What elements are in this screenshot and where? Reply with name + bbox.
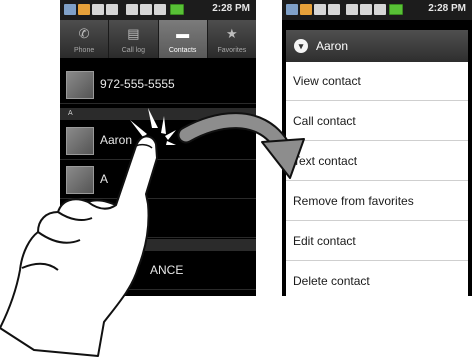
star-icon: ★ — [226, 26, 238, 41]
tab-call-log[interactable]: ▤ Call log — [109, 20, 159, 58]
contacts-icon: ▬ — [176, 26, 190, 41]
contacts-screen: 2:28 PM ✆ Phone ▤ Call log ▬ Contacts ★ … — [60, 0, 256, 296]
list-item[interactable]: A — [60, 161, 256, 199]
avatar — [66, 127, 94, 155]
data-icon — [360, 4, 372, 15]
signal-icon — [154, 4, 166, 15]
contact-menu-icon: ▾ — [294, 39, 308, 53]
context-menu-header: ▾ Aaron — [286, 30, 468, 62]
section-header: A — [60, 108, 256, 120]
list-item[interactable]: ANCE — [60, 252, 256, 290]
data-icon — [140, 4, 152, 15]
menu-item-remove-from-favorites[interactable]: Remove from favorites — [286, 182, 468, 221]
context-menu: ▾ Aaron View contact Call contact Text c… — [286, 30, 468, 296]
notification-icon — [106, 4, 118, 15]
battery-icon — [170, 4, 184, 15]
notification-icon — [64, 4, 76, 15]
menu-item-text-contact[interactable]: Text contact — [286, 142, 468, 181]
menu-item-delete-contact[interactable]: Delete contact — [286, 262, 468, 296]
tab-phone[interactable]: ✆ Phone — [60, 20, 110, 58]
section-header — [60, 239, 256, 251]
status-time: 2:28 PM — [428, 3, 466, 14]
tab-bar: ✆ Phone ▤ Call log ▬ Contacts ★ Favorite… — [60, 20, 256, 58]
menu-item-view-contact[interactable]: View contact — [286, 62, 468, 101]
notification-icon — [286, 4, 298, 15]
usb-icon — [314, 4, 326, 15]
notification-icon — [328, 4, 340, 15]
menu-item-call-contact[interactable]: Call contact — [286, 102, 468, 141]
avatar — [66, 166, 94, 194]
contact-name: Aaron — [100, 133, 133, 147]
status-time: 2:28 PM — [212, 3, 250, 14]
tab-favorites[interactable]: ★ Favorites — [208, 20, 256, 58]
battery-icon — [389, 4, 403, 15]
avatar — [66, 71, 94, 99]
notification-icon — [300, 4, 312, 15]
wifi-icon — [126, 4, 138, 15]
notification-icon — [78, 4, 90, 15]
signal-icon — [374, 4, 386, 15]
usb-icon — [92, 4, 104, 15]
context-menu-screen: 2:28 PM ▾ Aaron View contact Call contac… — [282, 0, 472, 296]
contact-name: A — [100, 172, 109, 186]
list-item[interactable] — [60, 200, 256, 238]
wifi-icon — [346, 4, 358, 15]
tab-contacts[interactable]: ▬ Contacts — [158, 20, 208, 58]
contact-number: 972-555-5555 — [100, 77, 175, 91]
list-item[interactable]: Aaron — [60, 122, 256, 160]
contact-name: ANCE — [150, 263, 184, 277]
status-bar: 2:28 PM — [282, 0, 472, 20]
phone-icon: ✆ — [78, 26, 90, 41]
context-menu-title: Aaron — [316, 39, 349, 53]
avatar — [66, 205, 94, 233]
status-bar: 2:28 PM — [60, 0, 256, 20]
list-item[interactable]: 972-555-5555 — [60, 66, 256, 104]
call-log-icon: ▤ — [127, 26, 140, 41]
menu-item-edit-contact[interactable]: Edit contact — [286, 222, 468, 261]
